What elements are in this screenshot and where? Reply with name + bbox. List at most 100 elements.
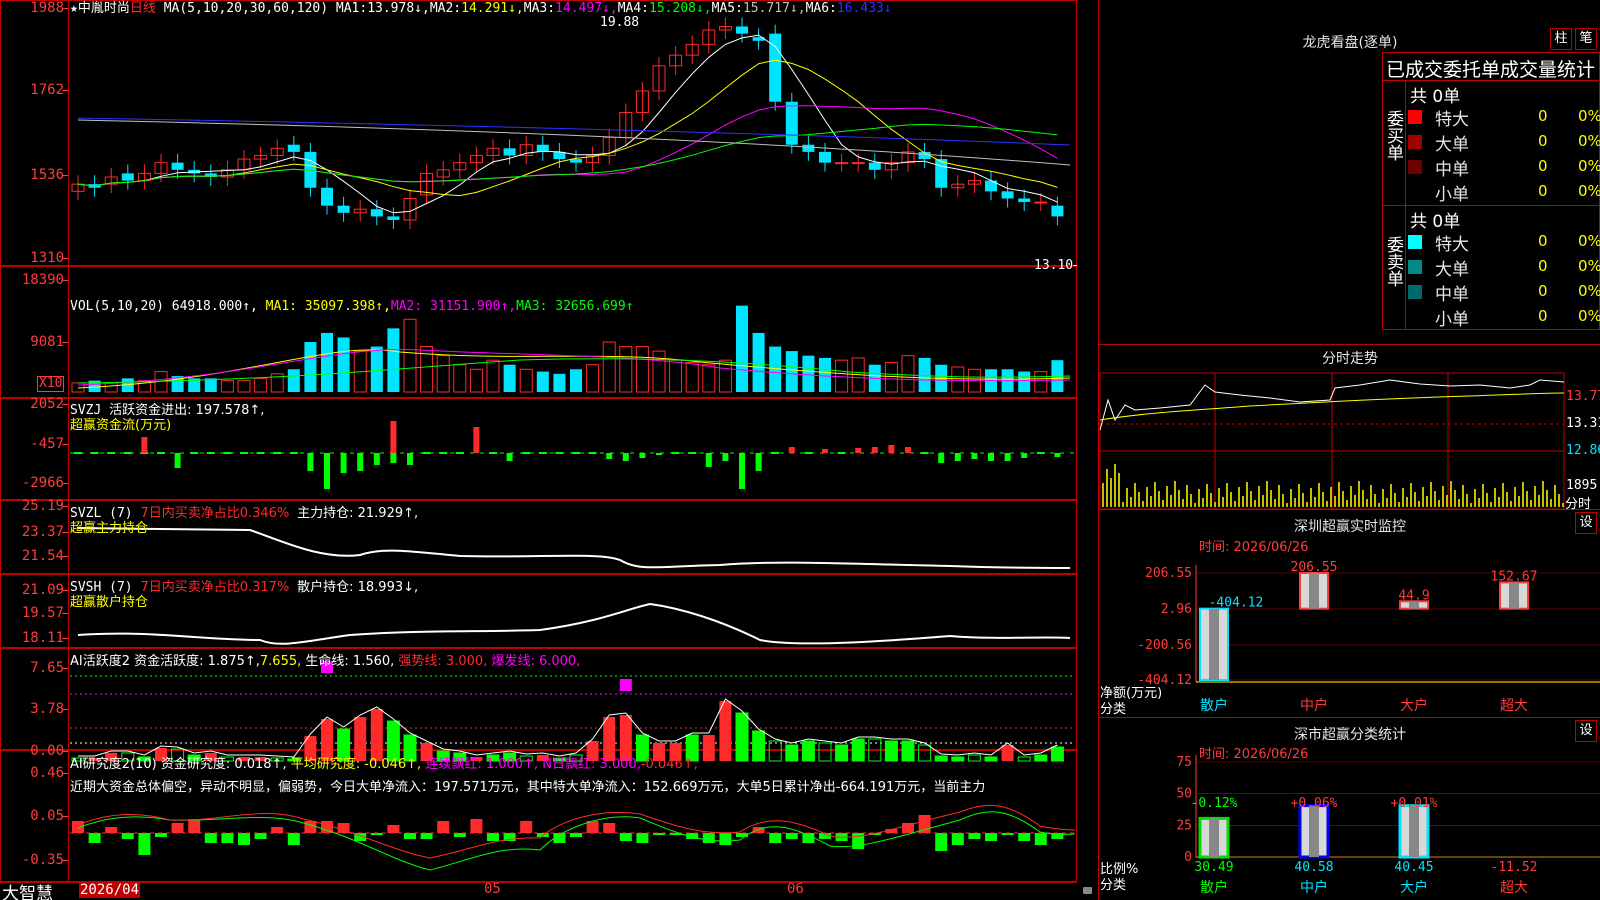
intraday-vol-bar	[1406, 497, 1408, 507]
row-count: 0	[1538, 307, 1548, 325]
classify-category: 超大	[1500, 880, 1528, 896]
svzj-bar	[739, 453, 745, 489]
intraday-vol-bar	[1494, 488, 1496, 507]
monitor-category: 超大	[1500, 698, 1528, 714]
svzj-bar	[289, 452, 298, 454]
ai1-bar	[702, 735, 715, 761]
row-percent: 0%	[1578, 157, 1600, 175]
sell-row: 大单 0 0%	[1408, 255, 1600, 280]
ai2-bar	[487, 833, 499, 841]
intraday-vol-bar	[1230, 492, 1232, 507]
ai1-bar	[951, 756, 965, 762]
svzj-bar	[755, 453, 762, 471]
volume-bar-down	[553, 373, 566, 392]
ai2-research: 资金研究度: 0.018↑,	[160, 757, 287, 772]
ai2-description: 近期大资金总体偏空，异动不明显，偏弱势，今日大单净流入：197.571万元，其中…	[70, 780, 986, 795]
intraday-vol-bar	[1154, 482, 1156, 507]
lock-icon[interactable]	[1083, 887, 1092, 894]
vol-title: VOL(5,10,20)	[70, 299, 164, 314]
vol-value: 64918.000↑,	[171, 299, 258, 314]
volume-bar-up	[835, 359, 849, 393]
ai2-title: AI研究度2(10)	[70, 757, 157, 772]
intraday-vol-bar	[1298, 484, 1300, 507]
intraday-vol-bar	[1242, 496, 1244, 507]
vol-ma1: MA1: 35097.398↑,	[265, 299, 391, 314]
y-tick-mark	[62, 483, 68, 484]
tick-mode-button[interactable]: 笔	[1575, 28, 1597, 50]
intraday-vol-bar	[1458, 499, 1460, 507]
volume-bar-down	[736, 305, 748, 392]
color-swatch	[1408, 110, 1422, 124]
row-label: 中单	[1435, 285, 1469, 305]
intraday-vol-bar	[1266, 481, 1268, 507]
ma-values: MA1:13.978↓,MA2:14.291↓,MA3:14.497↓,MA4:…	[336, 1, 892, 16]
classify-value-label: 40.45	[1394, 860, 1433, 875]
intraday-vol-bar	[1326, 501, 1328, 507]
svsh-header: SVSH (7) 7日内买卖净占比0.317% 散户持仓: 18.993↓,	[70, 580, 418, 595]
svzl-subtitle: 超赢主力持仓	[70, 521, 149, 536]
candle-up	[1034, 201, 1048, 204]
date-label-05: 05	[484, 881, 501, 897]
volume-bar-up	[1034, 371, 1048, 393]
intraday-vol-bar	[1146, 487, 1148, 507]
y-tick-mark	[62, 404, 68, 405]
svsh-holding: 散户持仓: 18.993↓,	[297, 580, 419, 595]
classify-settings-button[interactable]: 设	[1575, 720, 1597, 742]
ai2-bar	[171, 823, 184, 833]
ma5-label: MA5:	[711, 1, 743, 16]
svzj-bar	[920, 452, 929, 454]
ai1-bar	[768, 740, 782, 762]
intraday-vol-bar	[1414, 492, 1416, 507]
intraday-vol-bar	[1330, 487, 1332, 507]
date-start-label: 2026/04	[79, 882, 141, 898]
classify-value-label: -11.52	[1491, 860, 1538, 875]
sell-row: 小单 0 0%	[1408, 305, 1600, 330]
svzj-bar	[273, 452, 282, 454]
ai1-burst-marker	[619, 679, 632, 691]
date-label-06: 06	[787, 881, 804, 897]
candle-down	[337, 205, 350, 213]
monitor-title: 深圳超赢实时监控	[1294, 519, 1406, 535]
ai1-bar	[619, 715, 632, 761]
svzj-bar	[656, 453, 662, 455]
volume-bar-up	[436, 355, 450, 393]
buy-row: 大单 0 0%	[1408, 130, 1600, 155]
intraday-vol-bar	[1114, 464, 1116, 507]
intraday-vol-bar	[1334, 496, 1336, 507]
vol-ma2: MA2: 31151.900↑,	[390, 299, 517, 314]
buy-total: 共 0单	[1410, 87, 1461, 107]
bar-mode-button[interactable]: 柱	[1550, 28, 1572, 50]
y-tick-mark	[62, 8, 68, 9]
intraday-vol-bar	[1446, 495, 1448, 507]
intraday-vol-bar	[1554, 485, 1556, 507]
monitor-bar	[1399, 600, 1429, 610]
color-swatch	[1408, 185, 1422, 199]
volume-bar-down	[570, 369, 582, 392]
ai1-strongline: 强势线: 3.000,	[398, 654, 488, 669]
ai1-bar	[1017, 756, 1031, 762]
classify-bar	[1198, 816, 1230, 859]
ai2-bar	[287, 833, 300, 845]
ai2-bar	[619, 833, 632, 841]
intraday-vol-bar	[1170, 495, 1172, 507]
intraday-vol-bar	[1130, 497, 1132, 507]
ai2-bar	[254, 833, 267, 839]
ma2-label: MA2:	[429, 1, 462, 16]
svzj-bar	[141, 437, 148, 453]
classify-change-label: +0.06%	[1291, 796, 1338, 811]
svzj-bar	[473, 427, 480, 453]
monitor-settings-button[interactable]: 设	[1575, 512, 1597, 534]
intraday-vol-bar	[1438, 500, 1440, 507]
intraday-vol-bar	[1166, 486, 1168, 507]
intraday-vol-bar	[1150, 496, 1152, 507]
ai2-bar	[935, 833, 948, 851]
row-percent: 0%	[1578, 282, 1600, 300]
ai2-bar	[985, 833, 997, 841]
svzj-bar	[324, 453, 330, 489]
volume-bar-up	[884, 361, 898, 393]
favorite-star-icon[interactable]: ★	[70, 1, 78, 16]
period-label[interactable]: 日线	[130, 1, 156, 16]
classify-bar-shade	[1209, 818, 1219, 857]
svzj-bar	[240, 452, 248, 454]
svzj-bar	[705, 453, 712, 467]
